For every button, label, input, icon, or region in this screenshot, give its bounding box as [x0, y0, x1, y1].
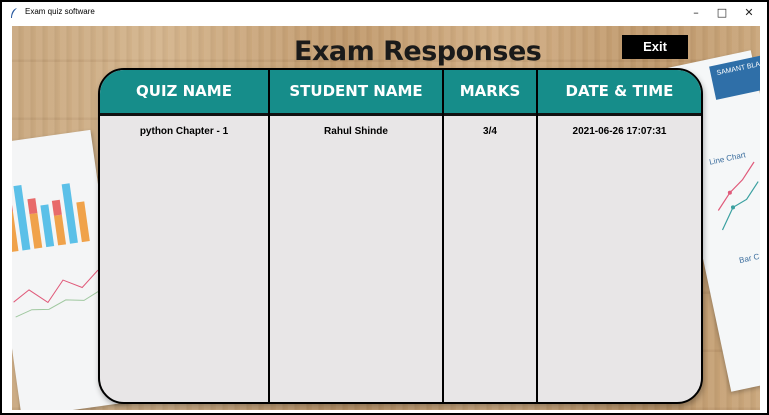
column-header-student-name: STUDENT NAME — [289, 82, 423, 100]
column-header-quiz-name: QUIZ NAME — [136, 82, 232, 100]
cell-quiz-name: python Chapter - 1 — [139, 126, 229, 137]
minimize-button[interactable]: – — [683, 4, 709, 22]
main-content: SAMANT BLACK Line Chart Bar C Exam Respo… — [12, 26, 760, 410]
close-button[interactable]: ✕ — [736, 4, 762, 22]
window-title: Exam quiz software — [25, 7, 95, 16]
page-title: Exam Responses — [294, 36, 542, 67]
column-divider — [442, 70, 444, 402]
column-divider — [536, 70, 538, 402]
cell-student-name: Rahul Shinde — [324, 126, 388, 137]
responses-table: QUIZ NAME STUDENT NAME MARKS DATE & TIME… — [98, 68, 703, 404]
column-divider — [268, 70, 270, 402]
exit-button[interactable]: Exit — [622, 35, 688, 59]
cell-marks: 3/4 — [483, 126, 497, 137]
maximize-button[interactable]: □ — [709, 4, 735, 22]
feather-icon — [11, 8, 17, 18]
column-header-date-time: DATE & TIME — [565, 82, 674, 100]
app-window: Exam quiz software – □ ✕ SAMANT BLACK Li… — [0, 0, 769, 415]
column-header-marks: MARKS — [459, 82, 521, 100]
title-bar: Exam quiz software – □ ✕ — [2, 2, 767, 24]
cell-date-time: 2021-06-26 17:07:31 — [572, 126, 667, 137]
